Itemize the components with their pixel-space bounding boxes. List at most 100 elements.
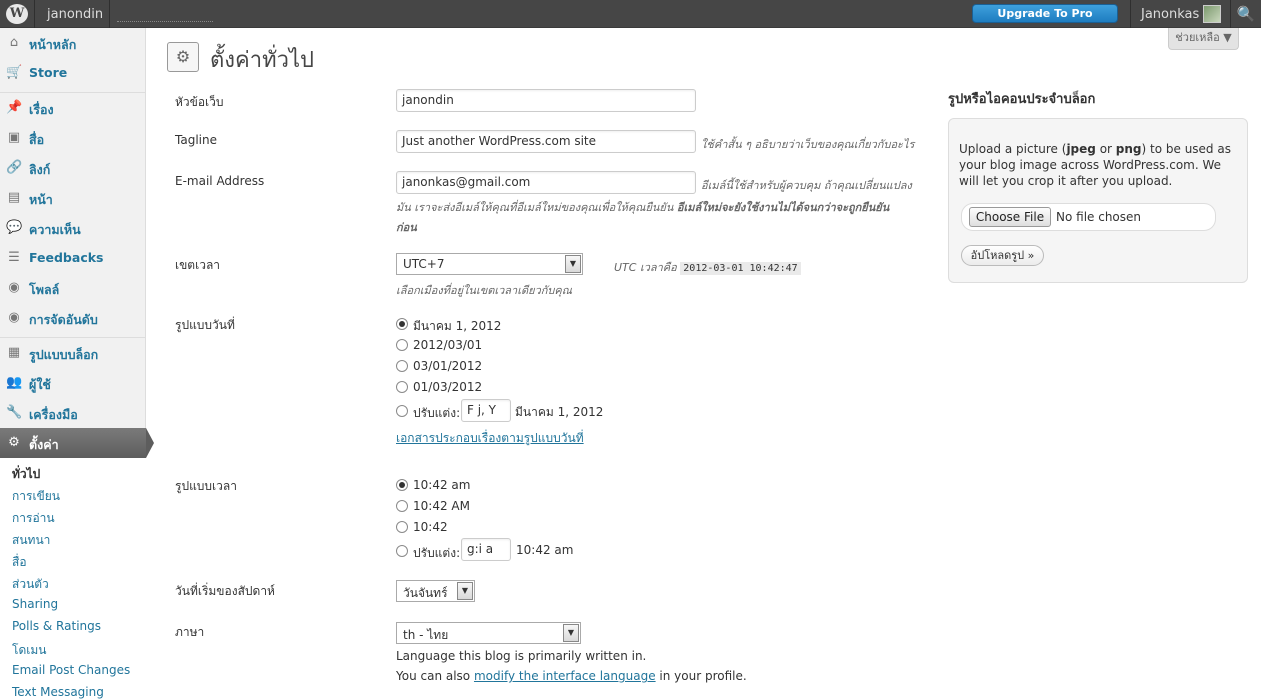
sidebar-item-label: สื่อ xyxy=(29,132,45,147)
widget-text: or xyxy=(1095,142,1116,156)
sidebar-item-label: การจัดอันดับ xyxy=(29,312,98,327)
time-format-custom-input[interactable]: g:i a xyxy=(461,538,511,561)
wordpress-logo-icon[interactable]: W xyxy=(6,4,28,24)
utc-label: UTC เวลาคือ xyxy=(614,261,677,274)
sidebar-item-label: เครื่องมือ xyxy=(29,407,78,422)
choose-file-button[interactable]: Choose File xyxy=(969,207,1051,227)
admin-sidebar: ⌂ หน้าหลัก 🛒 Store 📌 เรื่อง ▣ สื่อ 🔗 ลิง… xyxy=(0,28,154,699)
submenu-text-messaging[interactable]: Text Messaging xyxy=(12,685,104,699)
tagline-input[interactable]: Just another WordPress.com site xyxy=(396,130,696,153)
email-label: E-mail Address xyxy=(175,174,265,188)
widget-text: Upload a picture ( xyxy=(959,142,1067,156)
sidebar-item-label: ความเห็น xyxy=(29,222,81,237)
date-format-radio[interactable] xyxy=(396,381,408,393)
current-menu-arrow xyxy=(146,428,154,458)
site-title-label: หัวข้อเว็บ xyxy=(175,95,224,109)
time-format-radio[interactable] xyxy=(396,500,408,512)
avatar[interactable] xyxy=(1203,5,1221,23)
modify-interface-language-link[interactable]: modify the interface language xyxy=(474,669,656,683)
language-select[interactable]: th - ไทย ▼ xyxy=(396,622,581,644)
sidebar-item-settings[interactable]: ⚙ ตั้งค่า xyxy=(0,428,146,458)
time-format-option: 10:42 xyxy=(413,520,448,534)
site-title-input[interactable]: janondin xyxy=(396,89,696,112)
language-profile-text: in your profile. xyxy=(655,669,747,683)
language-value: th - ไทย xyxy=(403,628,449,642)
sidebar-item-links[interactable]: 🔗 ลิงก์ xyxy=(0,153,146,183)
sidebar-item-media[interactable]: ▣ สื่อ xyxy=(0,123,146,153)
language-profile-text: You can also xyxy=(396,669,474,683)
admin-bar: W janondin Upgrade To Pro Janonkas 🔍 xyxy=(0,0,1261,28)
timezone-select[interactable]: UTC+7 ▼ xyxy=(396,253,583,275)
divider xyxy=(1230,0,1231,28)
settings-page-icon: ⚙ xyxy=(167,42,199,72)
sidebar-item-label: เรื่อง xyxy=(29,102,54,117)
help-button[interactable]: ช่วยเหลือ ▼ xyxy=(1168,28,1239,50)
time-format-custom-radio[interactable] xyxy=(396,545,408,557)
submenu-discussion[interactable]: สนทนา xyxy=(12,531,50,550)
tagline-label: Tagline xyxy=(175,133,217,147)
sidebar-item-polls[interactable]: ◉ โพลล์ xyxy=(0,273,146,303)
sidebar-item-comments[interactable]: 💬 ความเห็น xyxy=(0,213,146,243)
sidebar-item-label: ลิงก์ xyxy=(29,162,51,177)
submenu-reading[interactable]: การอ่าน xyxy=(12,509,55,528)
search-icon[interactable]: 🔍 xyxy=(1236,4,1256,24)
sidebar-item-ratings[interactable]: ◉ การจัดอันดับ xyxy=(0,303,146,333)
comment-icon: 💬 xyxy=(6,220,23,235)
submenu-domains[interactable]: โดเมน xyxy=(12,641,46,660)
submenu-email-post-changes[interactable]: Email Post Changes xyxy=(12,663,130,677)
email-description-line1: อีเมล์นี้ใช้สำหรับผู้ควบคุม ถ้าคุณเปลี่ย… xyxy=(701,179,912,192)
sidebar-item-users[interactable]: 👥 ผู้ใช้ xyxy=(0,368,146,398)
sidebar-item-dashboard[interactable]: ⌂ หน้าหลัก xyxy=(0,28,146,58)
sidebar-item-posts[interactable]: 📌 เรื่อง xyxy=(0,93,146,123)
sidebar-item-label: Store xyxy=(29,65,68,80)
settings-icon: ⚙ xyxy=(8,435,20,450)
upload-button[interactable]: อัปโหลดรูป » xyxy=(961,245,1044,266)
sidebar-item-store[interactable]: 🛒 Store xyxy=(0,58,146,88)
date-format-custom-radio[interactable] xyxy=(396,405,408,417)
file-status: No file chosen xyxy=(1056,210,1142,224)
upgrade-button[interactable]: Upgrade To Pro xyxy=(972,4,1118,23)
submenu-sharing[interactable]: Sharing xyxy=(12,597,58,611)
username-link[interactable]: Janonkas xyxy=(1141,7,1199,22)
submenu-general[interactable]: ทั่วไป xyxy=(12,465,40,484)
tagline-description: ใช้คำสั้น ๆ อธิบายว่าเว็บของคุณเกี่ยวกับ… xyxy=(701,138,915,151)
time-format-custom-label: ปรับแต่ง: xyxy=(413,546,461,560)
week-start-value: วันจันทร์ xyxy=(403,586,448,600)
sidebar-item-label: รูปแบบบล็อก xyxy=(29,347,99,362)
timezone-label: เขตเวลา xyxy=(175,258,221,272)
blog-name-link[interactable]: janondin xyxy=(47,7,103,22)
sidebar-item-appearance[interactable]: ▦ รูปแบบบล็อก xyxy=(0,338,146,368)
blog-image-title: รูปหรือไอคอนประจำบล็อก xyxy=(948,92,1096,107)
email-field[interactable]: janonkas@gmail.com xyxy=(396,171,696,194)
submenu-media[interactable]: สื่อ xyxy=(12,553,27,572)
date-format-radio[interactable] xyxy=(396,360,408,372)
sidebar-item-pages[interactable]: ▤ หน้า xyxy=(0,183,146,213)
sidebar-item-label: ตั้งค่า xyxy=(29,437,59,452)
appearance-icon: ▦ xyxy=(7,345,21,360)
submenu-writing[interactable]: การเขียน xyxy=(12,487,60,506)
date-format-doc-link[interactable]: เอกสารประกอบเรื่องตามรูปแบบวันที่ xyxy=(396,429,584,448)
date-format-radio[interactable] xyxy=(396,339,408,351)
divider xyxy=(1130,0,1131,28)
sidebar-item-tools[interactable]: 🔧 เครื่องมือ xyxy=(0,398,146,428)
chevron-down-icon: ▼ xyxy=(565,255,581,273)
date-format-radio[interactable] xyxy=(396,318,408,330)
utc-time-display: UTC เวลาคือ 2012-03-01 10:42:47 xyxy=(614,258,801,276)
time-format-radio[interactable] xyxy=(396,521,408,533)
timezone-value: UTC+7 xyxy=(403,257,445,271)
sidebar-item-feedbacks[interactable]: ☰ Feedbacks xyxy=(0,243,146,273)
blog-image-description: Upload a picture (jpeg or png) to be use… xyxy=(959,141,1241,189)
submenu-privacy[interactable]: ส่วนตัว xyxy=(12,575,49,594)
admin-bar-search-field[interactable] xyxy=(117,21,213,22)
page-icon: ▤ xyxy=(7,190,21,205)
time-format-custom-preview: 10:42 am xyxy=(516,543,574,557)
users-icon: 👥 xyxy=(6,375,23,390)
sidebar-item-label: Feedbacks xyxy=(29,250,104,265)
week-start-select[interactable]: วันจันทร์ ▼ xyxy=(396,580,475,602)
time-format-radio[interactable] xyxy=(396,479,408,491)
time-format-option: 10:42 am xyxy=(413,478,471,492)
submenu-polls-ratings[interactable]: Polls & Ratings xyxy=(12,619,101,633)
date-format-custom-input[interactable]: F j, Y xyxy=(461,399,511,422)
date-format-option: มีนาคม 1, 2012 xyxy=(413,319,502,333)
chevron-down-icon: ▼ xyxy=(563,624,579,642)
